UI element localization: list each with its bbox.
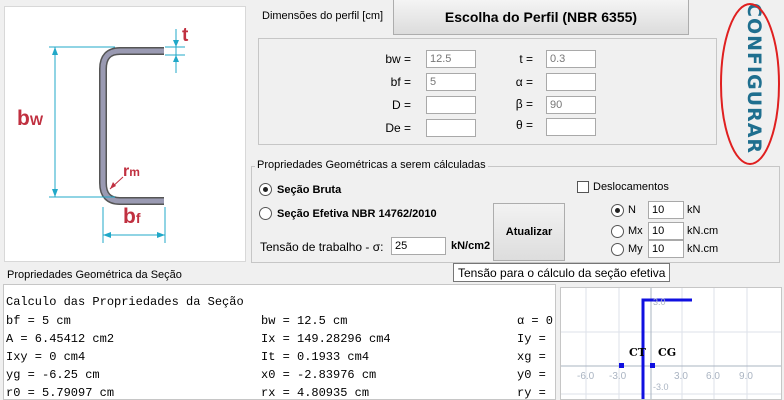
result-ry: ry =	[517, 386, 546, 400]
result-area: A = 6.45412 cm2	[6, 332, 115, 346]
result-y0: y0 =	[517, 368, 546, 382]
choose-profile-button[interactable]: Escolha do Perfil (NBR 6355)	[393, 0, 689, 35]
stress-label: Tensão de trabalho - σ:	[260, 240, 384, 254]
tick-x-6: 6.0	[706, 371, 720, 382]
result-xg: xg =	[517, 350, 546, 364]
result-x0: x0 = -2.83976 cm	[261, 368, 377, 382]
bf-input[interactable]	[426, 73, 476, 91]
bf-label: bf	[123, 205, 141, 229]
load-n-label: N	[628, 204, 636, 216]
beta-field-label: β =	[515, 97, 533, 111]
results-text-area[interactable]: Calculo das Propriedades da Seção bf = 5…	[3, 284, 556, 400]
tick-y-3: 3.0	[653, 297, 666, 307]
section-plot-svg	[561, 288, 781, 399]
bw-label-sub: W	[29, 112, 44, 128]
section-drawing-panel: t bW rm bf	[4, 6, 246, 262]
configure-button[interactable]: CONFIGURAR	[738, 3, 770, 154]
bw-label-main: b	[17, 107, 30, 130]
bf-field-label: bf =	[390, 75, 411, 89]
result-ix: Ix = 149.28296 cm4	[261, 332, 391, 346]
dimensions-title: Dimensões do perfil [cm]	[262, 10, 384, 22]
stress-tooltip: Tensão para o cálculo da seção efetiva	[453, 263, 671, 282]
displacements-checkbox[interactable]	[577, 181, 589, 193]
load-mx-input[interactable]	[648, 222, 684, 240]
section-plot: 3.0 -6.0 -3.0 3.0 6.0 9.0 -3.0 CT CG	[560, 287, 782, 400]
load-mx-unit: kN.cm	[687, 225, 719, 237]
bw-label: bW	[17, 107, 43, 131]
alpha-input[interactable]	[546, 73, 596, 91]
gross-section-radio[interactable]	[259, 183, 272, 196]
tick-x-3: 3.0	[674, 371, 688, 382]
theta-field-label: θ =	[515, 118, 533, 132]
de-field-label: De =	[385, 121, 411, 135]
ct-point	[619, 363, 624, 368]
update-button[interactable]: Atualizar	[493, 203, 565, 261]
de-input[interactable]	[426, 119, 476, 137]
tick-x-neg3: -3.0	[609, 371, 627, 382]
tick-y-neg3: -3.0	[653, 382, 669, 392]
effective-section-label[interactable]: Seção Efetiva NBR 14762/2010	[277, 208, 437, 220]
result-rx: rx = 4.80935 cm	[261, 386, 370, 400]
bf-label-sub: f	[135, 210, 141, 226]
bw-field-label: bw =	[385, 52, 411, 66]
alpha-field-label: α =	[515, 75, 533, 89]
theta-input[interactable]	[546, 118, 596, 136]
tick-x-neg6: -6.0	[577, 371, 595, 382]
t-input[interactable]	[546, 50, 596, 68]
cg-point	[650, 363, 655, 368]
result-bf: bf = 5 cm	[6, 314, 71, 328]
effective-section-radio[interactable]	[259, 207, 272, 220]
cg-label: CG	[658, 346, 677, 359]
tick-x-9: 9.0	[739, 371, 753, 382]
d-field-label: D =	[391, 98, 411, 112]
load-mx-radio[interactable]	[611, 225, 624, 238]
result-ixy: Ixy = 0 cm4	[6, 350, 86, 364]
t-label: t	[182, 25, 189, 46]
load-n-radio[interactable]	[611, 204, 624, 217]
load-my-radio[interactable]	[611, 243, 624, 256]
load-mx-label: Mx	[628, 225, 643, 237]
stress-input[interactable]	[391, 237, 446, 255]
d-input[interactable]	[426, 96, 476, 114]
result-yg: yg = -6.25 cm	[6, 368, 100, 382]
properties-legend: Propriedades Geométricas a serem cálcula…	[255, 159, 488, 171]
results-title: Propriedades Geométrica da Seção	[7, 269, 182, 281]
dimensions-panel: bw = bf = D = De = t = α = β = θ =	[258, 38, 717, 145]
result-r0: r0 = 5.79097 cm	[6, 386, 115, 400]
gross-section-label[interactable]: Seção Bruta	[277, 184, 341, 196]
load-n-unit: kN	[687, 204, 701, 216]
results-heading: Calculo das Propriedades da Seção	[6, 295, 244, 309]
beta-input[interactable]	[546, 96, 596, 114]
t-field-label: t =	[519, 52, 533, 66]
load-my-unit: kN.cm	[687, 243, 719, 255]
bf-label-main: b	[123, 205, 136, 228]
load-my-input[interactable]	[648, 240, 684, 258]
result-bw: bw = 12.5 cm	[261, 314, 348, 328]
stress-unit: kN/cm2	[451, 240, 491, 252]
ct-label: CT	[629, 346, 646, 359]
rm-label: rm	[123, 163, 140, 181]
displacements-label: Deslocamentos	[593, 181, 669, 193]
rm-label-sub: m	[129, 165, 140, 179]
result-it: It = 0.1933 cm4	[261, 350, 370, 364]
bw-input[interactable]	[426, 50, 476, 68]
load-n-input[interactable]	[648, 201, 684, 219]
result-iy: Iy =	[517, 332, 546, 346]
load-my-label: My	[628, 243, 643, 255]
result-alpha: α = 0	[517, 314, 554, 328]
